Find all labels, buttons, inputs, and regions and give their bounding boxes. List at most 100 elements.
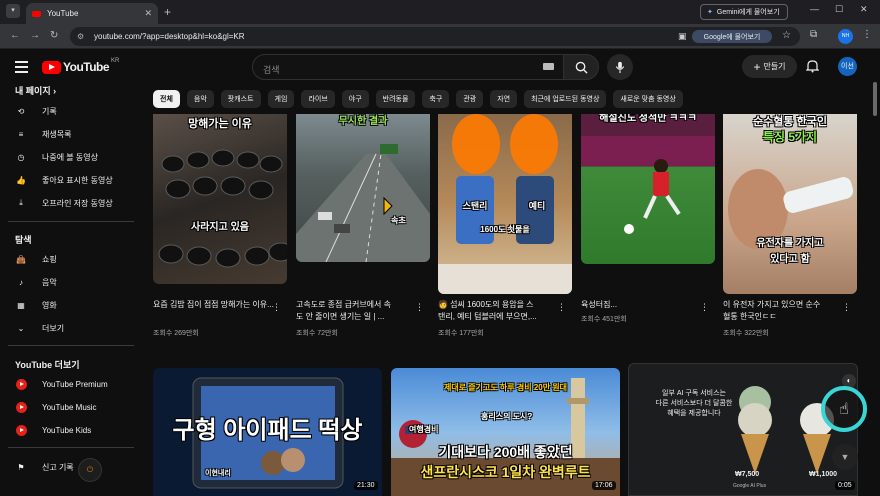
keyboard-icon[interactable] bbox=[543, 63, 554, 70]
thumbnail-caption: 순수혈통 한국인 bbox=[753, 116, 827, 128]
sidebar-item-report-history[interactable]: ⚑ 신고 기록 bbox=[15, 460, 73, 474]
window-close-icon[interactable]: ✕ bbox=[860, 4, 868, 15]
sidebar-item-playlists[interactable]: ≡ 재생목록 bbox=[15, 127, 72, 141]
duration-badge: 21:30 bbox=[354, 481, 378, 490]
sidebar-item-more[interactable]: ⌄ 더보기 bbox=[15, 321, 64, 335]
thumbs-up-icon: 👍 bbox=[16, 175, 26, 185]
more-actions-icon[interactable]: ⋮ bbox=[842, 302, 851, 313]
browser-tab[interactable]: YouTube ✕ bbox=[26, 3, 158, 24]
duration-badge: 0:05 bbox=[835, 481, 855, 490]
maximize-icon[interactable]: ☐ bbox=[835, 4, 843, 15]
video-thumbnail[interactable]: 스탠리 예티 1600도 쇳물을 bbox=[438, 114, 572, 294]
thumbnail-caption: 있다고 함 bbox=[770, 254, 810, 265]
scroll-down-button[interactable]: ▼ bbox=[832, 444, 858, 470]
sidebar-item-music[interactable]: ♪ 음악 bbox=[15, 275, 57, 289]
more-actions-icon[interactable]: ⋮ bbox=[415, 302, 424, 313]
url-field[interactable]: ⚙ youtube.com/?app=desktop&hl=ko&gl=KR ▣… bbox=[70, 27, 800, 46]
video-title-line: 혈통 한국인ㄷㄷ bbox=[723, 312, 777, 321]
sidebar-item-music-app[interactable]: YouTube Music bbox=[15, 400, 97, 414]
download-icon: ⤓ bbox=[19, 198, 23, 207]
chip-music[interactable]: 음악 bbox=[186, 90, 214, 108]
youtube-logo[interactable]: YouTube KR bbox=[42, 58, 119, 74]
clock-icon: ◷ bbox=[17, 152, 25, 162]
guide-menu-icon[interactable] bbox=[15, 61, 28, 76]
video-title[interactable]: 육성터짐... bbox=[581, 299, 705, 311]
close-tab-icon[interactable]: ✕ bbox=[144, 8, 152, 19]
extensions-icon[interactable]: ⧉ bbox=[810, 29, 817, 40]
browser-tab-strip: ▾ YouTube ✕ + ✦ Gemini에게 물어보기 — ☐ ✕ bbox=[0, 0, 880, 24]
video-title[interactable]: 고속도로 종점 급커브에서 속도 안 줄이면 생기는 일 | ... bbox=[296, 299, 420, 323]
search-button[interactable] bbox=[563, 54, 599, 80]
browser-profile-avatar[interactable]: NH bbox=[838, 29, 853, 44]
chip-all[interactable]: 전체 bbox=[153, 90, 180, 108]
site-info-icon[interactable]: ⚙ bbox=[77, 32, 84, 41]
minimize-icon[interactable]: — bbox=[810, 4, 819, 14]
sidebar-item-shopping[interactable]: 👜 쇼핑 bbox=[15, 252, 57, 266]
chip-nature[interactable]: 자연 bbox=[490, 90, 518, 108]
chip-soccer[interactable]: 축구 bbox=[422, 90, 450, 108]
video-thumbnail[interactable]: 망해가는 이유 사라지고 있음 bbox=[153, 114, 287, 284]
chip-live[interactable]: 라이브 bbox=[301, 90, 335, 108]
sidebar-item-premium[interactable]: YouTube Premium bbox=[15, 377, 108, 391]
sidebar-divider bbox=[8, 345, 134, 346]
sidebar-item-watch-later[interactable]: ◷ 나중에 볼 동영상 bbox=[15, 150, 98, 164]
sidebar-item-label: 더보기 bbox=[42, 323, 65, 333]
reload-icon[interactable]: ↻ bbox=[50, 30, 58, 41]
google-ask-pill[interactable]: Google에 물어보기 bbox=[692, 30, 772, 43]
video-thumbnail[interactable]: 순수혈통 한국인 특징 5가지 유전자를 가지고 있다고 함 bbox=[723, 114, 857, 294]
page-scrollbar[interactable] bbox=[873, 82, 877, 116]
view-count: 조회수 451만회 bbox=[581, 316, 627, 323]
chip-pets[interactable]: 반려동물 bbox=[375, 90, 416, 108]
bookmark-star-icon[interactable]: ☆ bbox=[782, 30, 791, 41]
sidebar-item-downloads[interactable]: ⤓ 오프라인 저장 동영상 bbox=[15, 196, 112, 210]
video-thumbnail[interactable]: 무시한 결과 속초 bbox=[296, 114, 430, 262]
account-avatar[interactable]: 이선 bbox=[838, 57, 857, 76]
youtube-more-heading: YouTube 더보기 bbox=[15, 360, 80, 370]
ad-text: 일부 AI 구독 서비스는 다른 서비스보다 더 달콤한 혜택을 제공합니다 bbox=[639, 389, 749, 419]
sidebar-item-liked[interactable]: 👍 좋아요 표시한 동영상 bbox=[15, 173, 113, 187]
film-icon: ▦ bbox=[17, 300, 25, 310]
voice-search-button[interactable] bbox=[607, 54, 633, 80]
sidebar-item-label: 재생목록 bbox=[42, 129, 72, 139]
video-thumbnail[interactable]: 구형 아이패드 떡상 이현내리 21:30 bbox=[153, 368, 382, 496]
back-icon[interactable]: ← bbox=[10, 30, 20, 41]
sidebar-item-history[interactable]: ⟲ 기록 bbox=[15, 104, 57, 118]
video-title[interactable]: 요즘 김밥 집이 점점 망해가는 이유... bbox=[153, 299, 277, 311]
video-thumbnail[interactable]: 해설진도 정적만 ㅋㅋㅋ bbox=[581, 114, 715, 264]
notifications-button[interactable] bbox=[805, 59, 820, 78]
create-button[interactable]: + 만들기 bbox=[742, 55, 797, 78]
more-actions-icon[interactable]: ⋮ bbox=[700, 302, 709, 313]
sidebar-divider bbox=[8, 221, 134, 222]
browser-menu-icon[interactable]: ⋮ bbox=[862, 29, 872, 40]
search-input[interactable]: 검색 bbox=[252, 54, 564, 80]
sidebar-item-label: 음악 bbox=[42, 277, 57, 287]
chip-recent[interactable]: 최근에 업로드된 동영상 bbox=[524, 90, 607, 108]
install-app-icon[interactable]: ▣ bbox=[678, 31, 687, 42]
sidebar-item-label: YouTube Premium bbox=[42, 379, 108, 389]
video-title[interactable]: 이 유전자 가지고 있으면 순수 혈통 한국인ㄷㄷ bbox=[723, 299, 847, 323]
chip-tourism[interactable]: 관광 bbox=[456, 90, 484, 108]
more-actions-icon[interactable]: ⋮ bbox=[272, 302, 281, 313]
logo-text: YouTube bbox=[63, 60, 110, 74]
chip-gaming[interactable]: 게임 bbox=[267, 90, 295, 108]
playlist-icon: ≡ bbox=[18, 129, 24, 139]
chip-new-for-you[interactable]: 새로운 맞춤 동영상 bbox=[613, 90, 683, 108]
bell-icon bbox=[805, 60, 820, 73]
chip-baseball[interactable]: 야구 bbox=[341, 90, 369, 108]
gemini-button[interactable]: ✦ Gemini에게 물어보기 bbox=[700, 4, 788, 20]
ad-card[interactable]: 일부 AI 구독 서비스는 다른 서비스보다 더 달콤한 혜택을 제공합니다 ₩7,… bbox=[628, 363, 858, 496]
video-thumbnail[interactable]: 제대로 즐기고도 하루 경비 20만 원대 여행경비 홍리스의 도시? 기대보다… bbox=[391, 368, 620, 496]
video-title[interactable]: 🧑 섭씨 1600도의 용암을 스 탠리, 예티 텀블러에 부으면,... bbox=[438, 299, 562, 323]
floating-app-logo-icon[interactable]: ⏻ bbox=[78, 458, 102, 482]
my-page-heading[interactable]: 내 페이지 › bbox=[15, 84, 56, 97]
forward-icon[interactable]: → bbox=[30, 30, 40, 41]
sidebar-item-kids[interactable]: YouTube Kids bbox=[15, 423, 91, 437]
tab-search-icon[interactable]: ▾ bbox=[6, 4, 20, 18]
more-actions-icon[interactable]: ⋮ bbox=[557, 302, 566, 313]
thumbnail-caption: 이현내리 bbox=[205, 470, 231, 477]
video-title-line: 🧑 섭씨 1600도의 용암을 스 bbox=[438, 300, 534, 309]
chip-podcast[interactable]: 팟캐스트 bbox=[220, 90, 261, 108]
new-tab-icon[interactable]: + bbox=[164, 5, 171, 19]
gemini-icon: ✦ bbox=[707, 9, 713, 16]
sidebar-item-movies[interactable]: ▦ 영화 bbox=[15, 298, 57, 312]
